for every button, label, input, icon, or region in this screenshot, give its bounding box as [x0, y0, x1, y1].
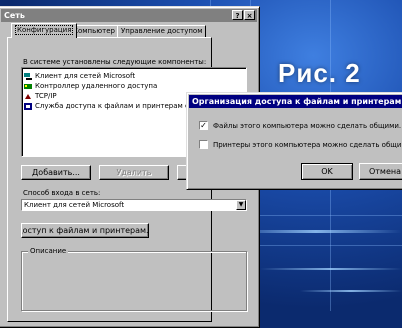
share-files-checkbox[interactable]: ✓	[199, 121, 208, 130]
help-button[interactable]: ?	[232, 10, 243, 20]
tab-label: Конфигурация	[15, 25, 74, 35]
sharing-dialog-titlebar[interactable]: Организация доступа к файлам и принтерам	[189, 95, 402, 108]
logon-label: Способ входа в сеть:	[23, 189, 101, 197]
ok-button[interactable]: OK	[301, 163, 353, 180]
components-label: В системе установлены следующие компонен…	[23, 58, 207, 66]
tab-configuration[interactable]: Конфигурация	[11, 23, 78, 38]
list-item-label: Клиент для сетей Microsoft	[35, 72, 136, 80]
list-item[interactable]: Клиент для сетей Microsoft	[22, 71, 246, 81]
tab-access-control[interactable]: Управление доступом	[117, 25, 207, 37]
network-adapter-icon	[24, 83, 32, 89]
sharing-dialog-title: Организация доступа к файлам и принтерам	[192, 97, 402, 106]
network-client-icon	[24, 72, 32, 80]
bg-glow	[260, 268, 402, 270]
logon-select[interactable]: Клиент для сетей Microsoft ▼	[21, 199, 247, 211]
tab-label: Компьютер	[73, 27, 115, 35]
sharing-dialog: Организация доступа к файлам и принтерам…	[186, 92, 402, 190]
figure-label: Рис. 2	[278, 58, 361, 88]
share-files-label[interactable]: Файлы этого компьютера можно сделать общ…	[213, 122, 401, 130]
network-dialog-titlebar[interactable]: Сеть ? ×	[1, 9, 257, 22]
list-item-label: TCP/IP	[35, 92, 57, 100]
chevron-down-icon[interactable]: ▼	[236, 200, 246, 210]
cancel-button[interactable]: Отмена	[359, 163, 402, 180]
description-label: Описание	[28, 247, 69, 255]
list-item[interactable]: Контроллер удаленного доступа	[22, 81, 246, 91]
protocol-icon	[25, 93, 31, 99]
network-dialog-title: Сеть	[4, 11, 25, 20]
list-item-label: Контроллер удаленного доступа	[35, 82, 158, 90]
service-icon	[24, 102, 32, 110]
share-printers-label[interactable]: Принтеры этого компьютера можно сделать …	[213, 141, 402, 149]
add-button[interactable]: Добавить...	[21, 165, 91, 180]
list-item-label: Служба доступа к файлам и принтерам с	[35, 102, 189, 110]
tab-label: Управление доступом	[121, 27, 203, 35]
file-print-sharing-button[interactable]: Доступ к файлам и принтерам...	[21, 223, 149, 238]
share-printers-checkbox[interactable]	[199, 140, 208, 149]
logon-select-value: Клиент для сетей Microsoft	[24, 201, 125, 209]
description-group: Описание	[21, 247, 247, 311]
remove-button[interactable]: Удалить	[99, 165, 169, 180]
bg-glow	[300, 290, 402, 292]
close-button[interactable]: ×	[244, 10, 255, 20]
